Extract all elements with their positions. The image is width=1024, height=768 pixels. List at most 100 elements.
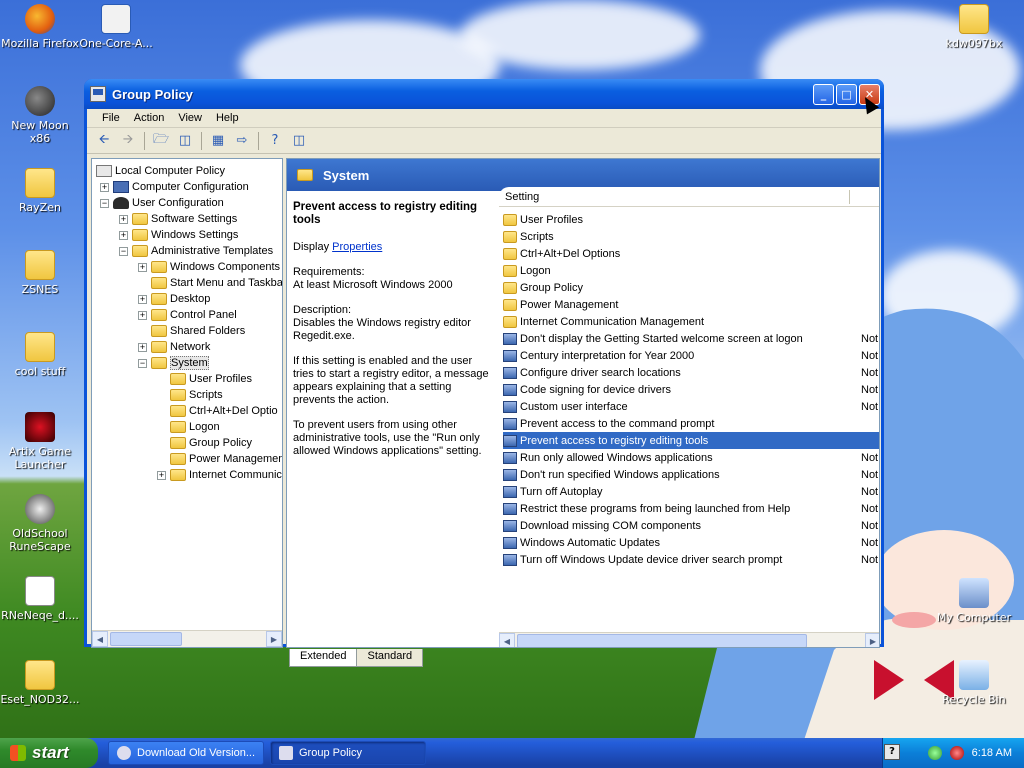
menu-help[interactable]: Help bbox=[209, 112, 246, 124]
tab-standard[interactable]: Standard bbox=[356, 649, 424, 667]
expand-icon[interactable]: + bbox=[138, 294, 147, 304]
settings-policy-row[interactable]: Turn off Windows Update device driver se… bbox=[503, 551, 879, 568]
settings-folder-row[interactable]: Internet Communication Management bbox=[503, 313, 879, 330]
tree-item-local-computer-policy[interactable]: Local Computer Policy bbox=[96, 163, 225, 179]
desktop-icon-kdw[interactable]: kdw097bx bbox=[934, 4, 1014, 50]
tree-item-windows-components[interactable]: + Windows Components bbox=[138, 259, 280, 275]
tree-item-system[interactable]: − System bbox=[138, 355, 209, 371]
desktop-icon-my-computer[interactable]: My Computer bbox=[934, 578, 1014, 624]
tree-item-desktop[interactable]: + Desktop bbox=[138, 291, 210, 307]
settings-policy-row[interactable]: Prevent access to the command prompt bbox=[503, 415, 879, 432]
scroll-left-icon[interactable]: ◀ bbox=[499, 633, 515, 647]
collapse-icon[interactable]: − bbox=[119, 246, 128, 256]
expand-icon[interactable]: + bbox=[119, 214, 128, 224]
menu-action[interactable]: Action bbox=[127, 112, 172, 124]
tab-extended[interactable]: Extended bbox=[289, 649, 358, 667]
tree-item-ctrl-alt-del[interactable]: Ctrl+Alt+Del Optio bbox=[170, 403, 278, 419]
scroll-right-icon[interactable]: ▶ bbox=[266, 631, 282, 647]
console-tree[interactable]: Local Computer Policy + Computer Configu… bbox=[91, 158, 283, 648]
tree-item-group-policy[interactable]: Group Policy bbox=[170, 435, 252, 451]
settings-policy-row[interactable]: Configure driver search locations Not bbox=[503, 364, 879, 381]
settings-policy-row[interactable]: Don't run specified Windows applications… bbox=[503, 466, 879, 483]
desktop-icon-recycle-bin[interactable]: Recycle Bin bbox=[934, 660, 1014, 706]
desktop-icon-cool-stuff[interactable]: cool stuff bbox=[0, 332, 80, 378]
expand-icon[interactable]: + bbox=[157, 470, 166, 480]
column-header-setting[interactable]: Setting bbox=[499, 187, 879, 207]
collapse-icon[interactable]: − bbox=[138, 358, 147, 368]
expand-icon[interactable]: + bbox=[119, 230, 128, 240]
settings-folder-row[interactable]: Logon bbox=[503, 262, 879, 279]
tree-item-windows-settings[interactable]: + Windows Settings bbox=[119, 227, 238, 243]
scroll-right-icon[interactable]: ▶ bbox=[865, 633, 879, 647]
settings-list[interactable]: Setting User Profiles Scripts Ctrl+Alt+Del… bbox=[499, 187, 879, 647]
settings-policy-row[interactable]: Code signing for device drivers Not bbox=[503, 381, 879, 398]
tree-item-internet-communication[interactable]: + Internet Communic bbox=[157, 467, 282, 483]
expand-icon[interactable]: + bbox=[138, 262, 147, 272]
taskbar-button-group-policy[interactable]: Group Policy bbox=[270, 741, 426, 765]
settings-policy-row[interactable]: Century interpretation for Year 2000 Not bbox=[503, 347, 879, 364]
tree-item-network[interactable]: + Network bbox=[138, 339, 210, 355]
start-button[interactable]: start bbox=[0, 738, 98, 768]
window-titlebar[interactable]: Group Policy _ □ ✕ bbox=[84, 79, 884, 109]
tree-item-control-panel[interactable]: + Control Panel bbox=[138, 307, 237, 323]
settings-policy-row[interactable]: Windows Automatic Updates Not bbox=[503, 534, 879, 551]
tree-item-software-settings[interactable]: + Software Settings bbox=[119, 211, 237, 227]
expand-icon[interactable]: + bbox=[138, 310, 147, 320]
menu-view[interactable]: View bbox=[171, 112, 209, 124]
export-list-icon[interactable]: ⇨ bbox=[231, 131, 253, 151]
maximize-button[interactable]: □ bbox=[836, 83, 857, 105]
tree-item-administrative-templates[interactable]: − Administrative Templates bbox=[119, 243, 273, 259]
settings-policy-row[interactable]: Restrict these programs from being launc… bbox=[503, 500, 879, 517]
security-shield-icon[interactable] bbox=[949, 746, 964, 760]
collapse-icon[interactable]: − bbox=[100, 198, 109, 208]
tree-item-computer-configuration[interactable]: + Computer Configuration bbox=[100, 179, 249, 195]
settings-folder-row[interactable]: User Profiles bbox=[503, 211, 879, 228]
expand-icon[interactable]: + bbox=[100, 182, 109, 192]
settings-policy-row[interactable]: Custom user interface Not bbox=[503, 398, 879, 415]
menu-file[interactable]: File bbox=[95, 112, 127, 124]
settings-policy-row[interactable]: Download missing COM components Not bbox=[503, 517, 879, 534]
tree-item-user-profiles[interactable]: User Profiles bbox=[170, 371, 252, 387]
settings-folder-row[interactable]: Scripts bbox=[503, 228, 879, 245]
desktop-icon-eset[interactable]: Eset_NOD32... bbox=[0, 660, 80, 706]
tree-horizontal-scrollbar[interactable]: ◀ ▶ bbox=[92, 630, 282, 647]
settings-folder-row[interactable]: Power Management bbox=[503, 296, 879, 313]
tree-item-logon[interactable]: Logon bbox=[170, 419, 220, 435]
taskbar-button-download[interactable]: Download Old Version... bbox=[108, 741, 264, 765]
properties-link[interactable]: Properties bbox=[332, 241, 382, 253]
settings-folder-row[interactable]: Ctrl+Alt+Del Options bbox=[503, 245, 879, 262]
tree-item-scripts[interactable]: Scripts bbox=[170, 387, 223, 403]
settings-policy-row[interactable]: Turn off Autoplay Not bbox=[503, 483, 879, 500]
desktop-icon-firefox[interactable]: Mozilla Firefox bbox=[0, 4, 80, 50]
scroll-thumb[interactable] bbox=[517, 634, 807, 647]
desktop-icon-artix[interactable]: Artix Game Launcher bbox=[0, 412, 80, 471]
show-hide-action-pane-icon[interactable]: ◫ bbox=[288, 131, 310, 151]
settings-policy-row[interactable]: Run only allowed Windows applications Not bbox=[503, 449, 879, 466]
desktop-icon-rayzen[interactable]: RayZen bbox=[0, 168, 80, 214]
list-horizontal-scrollbar[interactable]: ◀ ▶ bbox=[499, 632, 879, 647]
minimize-button[interactable]: _ bbox=[813, 83, 834, 105]
properties-icon[interactable]: ▦ bbox=[207, 131, 229, 151]
desktop-icon-newmoon[interactable]: New Moon x86 bbox=[0, 86, 80, 145]
scroll-thumb[interactable] bbox=[110, 632, 182, 646]
settings-policy-row[interactable]: Prevent access to registry editing tools bbox=[503, 432, 879, 449]
help-icon[interactable]: ? bbox=[264, 131, 286, 151]
network-icon[interactable] bbox=[927, 746, 942, 760]
expand-icon[interactable]: + bbox=[138, 342, 147, 352]
back-icon[interactable]: 🡨 bbox=[93, 131, 115, 151]
desktop-icon-runescape[interactable]: OldSchool RuneScape bbox=[0, 494, 80, 553]
scroll-left-icon[interactable]: ◀ bbox=[92, 631, 108, 647]
desktop-icon-png[interactable]: RNeNeqe_d.... bbox=[0, 576, 80, 622]
help-tray-icon[interactable]: ? bbox=[884, 744, 900, 760]
forward-icon[interactable]: 🡪 bbox=[117, 131, 139, 151]
tree-item-start-menu[interactable]: Start Menu and Taskba bbox=[151, 275, 282, 291]
desktop-icon-zsnes[interactable]: ZSNES bbox=[0, 250, 80, 296]
settings-folder-row[interactable]: Group Policy bbox=[503, 279, 879, 296]
desktop-icon-one-core[interactable]: One-Core-A... bbox=[76, 4, 156, 50]
tree-item-power-management[interactable]: Power Managemen bbox=[170, 451, 282, 467]
clock[interactable]: 6:18 AM bbox=[972, 747, 1012, 759]
up-folder-icon[interactable]: 🗁 bbox=[150, 131, 172, 151]
tree-item-user-configuration[interactable]: − User Configuration bbox=[100, 195, 224, 211]
show-hide-tree-icon[interactable]: ◫ bbox=[174, 131, 196, 151]
tree-item-shared-folders[interactable]: Shared Folders bbox=[151, 323, 245, 339]
